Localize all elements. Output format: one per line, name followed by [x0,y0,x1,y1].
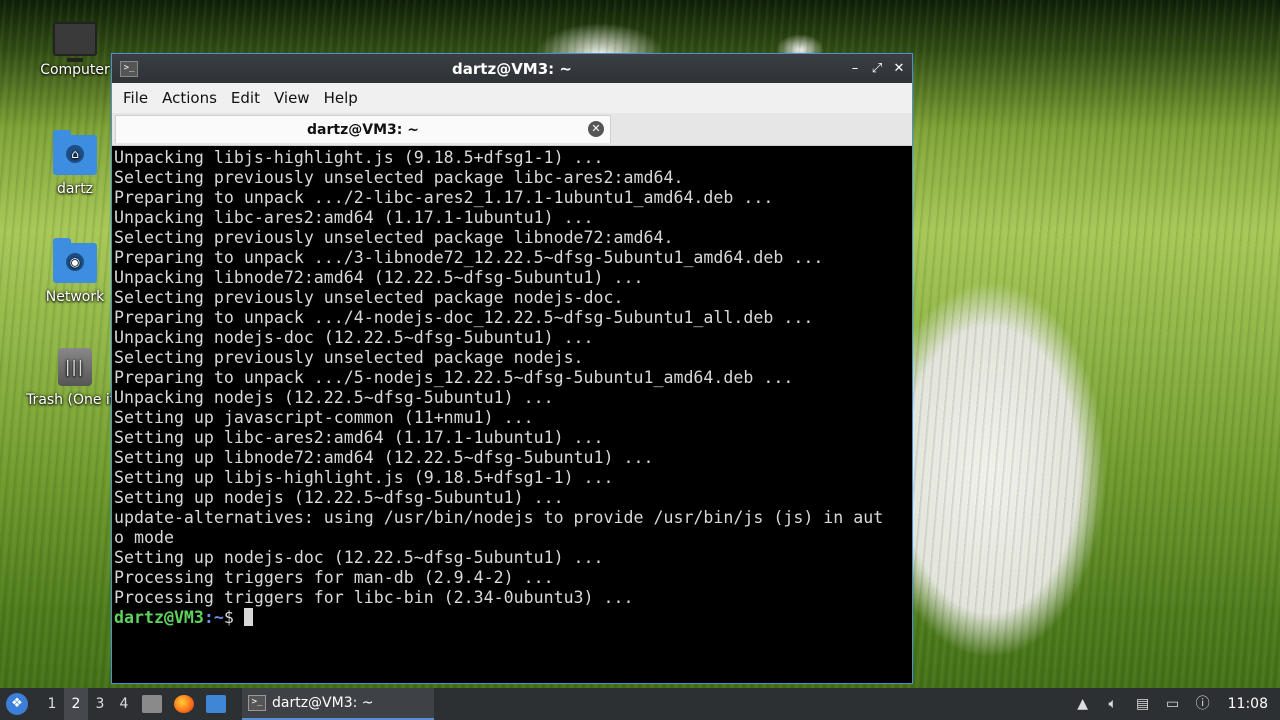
terminal-line: Unpacking nodejs (12.22.5~dfsg-5ubuntu1)… [114,388,554,407]
prompt-user-host: dartz@VM3 [114,608,204,627]
terminal-prompt[interactable]: dartz@VM3:~$ [114,608,912,628]
menu-file[interactable]: File [116,89,155,107]
terminal-line: Setting up nodejs (12.22.5~dfsg-5ubuntu1… [114,488,564,507]
text-cursor [243,608,253,626]
close-button[interactable]: ✕ [892,61,906,76]
terminal-line: Processing triggers for libc-bin (2.34-0… [114,588,634,607]
start-menu-icon[interactable]: ❖ [6,693,28,715]
window-title: dartz@VM3: ~ [452,59,572,78]
terminal-line: Setting up nodejs-doc (12.22.5~dfsg-5ubu… [114,548,604,567]
menu-help[interactable]: Help [317,89,365,107]
terminal-output[interactable]: Unpacking libjs-highlight.js (9.18.5+dfs… [112,146,912,683]
terminal-line: update-alternatives: using /usr/bin/node… [114,508,884,527]
terminal-window[interactable]: >_ dartz@VM3: ~ – ⤢ ✕ File Actions Edit … [111,53,913,684]
terminal-line: Selecting previously unselected package … [114,288,624,307]
terminal-app-icon[interactable]: >_ [120,60,138,77]
home-folder-icon: ⌂ [53,130,97,175]
menu-actions[interactable]: Actions [155,89,224,107]
files-icon[interactable] [142,695,162,713]
terminal-line: Setting up libc-ares2:amd64 (1.17.1-1ubu… [114,428,604,447]
menu-edit[interactable]: Edit [224,89,267,107]
firefox-icon[interactable] [174,695,194,713]
terminal-task-icon: >_ [248,695,266,711]
display-icon[interactable]: ▭ [1164,696,1182,712]
terminal-line: Preparing to unpack .../5-nodejs_12.22.5… [114,368,794,387]
terminal-line: Selecting previously unselected package … [114,228,674,247]
show-desktop-icon[interactable] [206,695,226,713]
task-label: dartz@VM3: ~ [272,695,374,711]
terminal-line: Processing triggers for man-db (2.9.4-2)… [114,568,554,587]
network-folder-icon: ◉ [53,238,97,283]
terminal-line: Selecting previously unselected package … [114,348,584,367]
clipboard-icon[interactable]: ▤ [1134,696,1152,712]
terminal-line: Unpacking libc-ares2:amd64 (1.17.1-1ubun… [114,208,594,227]
up-arrow-icon[interactable]: ▲ [1074,696,1092,712]
menu-view[interactable]: View [267,89,317,107]
terminal-line: Selecting previously unselected package … [114,168,684,187]
computer-icon [53,22,97,62]
terminal-line: Unpacking libjs-highlight.js (9.18.5+dfs… [114,148,604,167]
terminal-line: Unpacking libnode72:amd64 (12.22.5~dfsg-… [114,268,644,287]
trash-icon [58,348,92,386]
workspace-2[interactable]: 2 [64,688,88,720]
terminal-line: Preparing to unpack .../4-nodejs-doc_12.… [114,308,814,327]
update-notifier-icon[interactable]: ⓘ [1194,696,1212,712]
menu-bar: File Actions Edit View Help [112,83,912,113]
taskbar-task-terminal[interactable]: >_ dartz@VM3: ~ [242,688,434,720]
terminal-line: o mode [114,528,174,547]
window-titlebar[interactable]: >_ dartz@VM3: ~ – ⤢ ✕ [112,54,912,83]
terminal-line: Unpacking nodejs-doc (12.22.5~dfsg-5ubun… [114,328,594,347]
prompt-path: ~ [213,608,224,627]
terminal-line: Setting up javascript-common (11+nmu1) .… [114,408,534,427]
system-tray: ▲ 🔈︎ ▤ ▭ ⓘ 11:08 [1068,688,1280,720]
maximize-button[interactable]: ⤢ [870,61,884,76]
terminal-line: Setting up libnode72:amd64 (12.22.5~dfsg… [114,448,654,467]
terminal-line: Setting up libjs-highlight.js (9.18.5+df… [114,468,614,487]
minimize-button[interactable]: – [848,61,862,76]
workspace-1[interactable]: 1 [40,696,64,712]
taskbar: ❖ 1 2 3 4 >_ dartz@VM3: ~ ▲ 🔈︎ ▤ ▭ ⓘ 11:… [0,688,1280,720]
workspace-4[interactable]: 4 [112,696,136,712]
terminal-line: Preparing to unpack .../2-libc-ares2_1.1… [114,188,774,207]
tab-bar: dartz@VM3: ~ ✕ [112,113,912,146]
volume-icon[interactable]: 🔈︎ [1104,696,1122,712]
terminal-line: Preparing to unpack .../3-libnode72_12.2… [114,248,824,267]
tab-label: dartz@VM3: ~ [307,121,419,138]
clock[interactable]: 11:08 [1228,696,1268,712]
prompt-symbol: $ [223,608,244,627]
prompt-separator: : [203,608,214,627]
tab-close-icon[interactable]: ✕ [588,121,604,137]
tab-terminal[interactable]: dartz@VM3: ~ ✕ [115,115,611,143]
workspace-3[interactable]: 3 [88,696,112,712]
